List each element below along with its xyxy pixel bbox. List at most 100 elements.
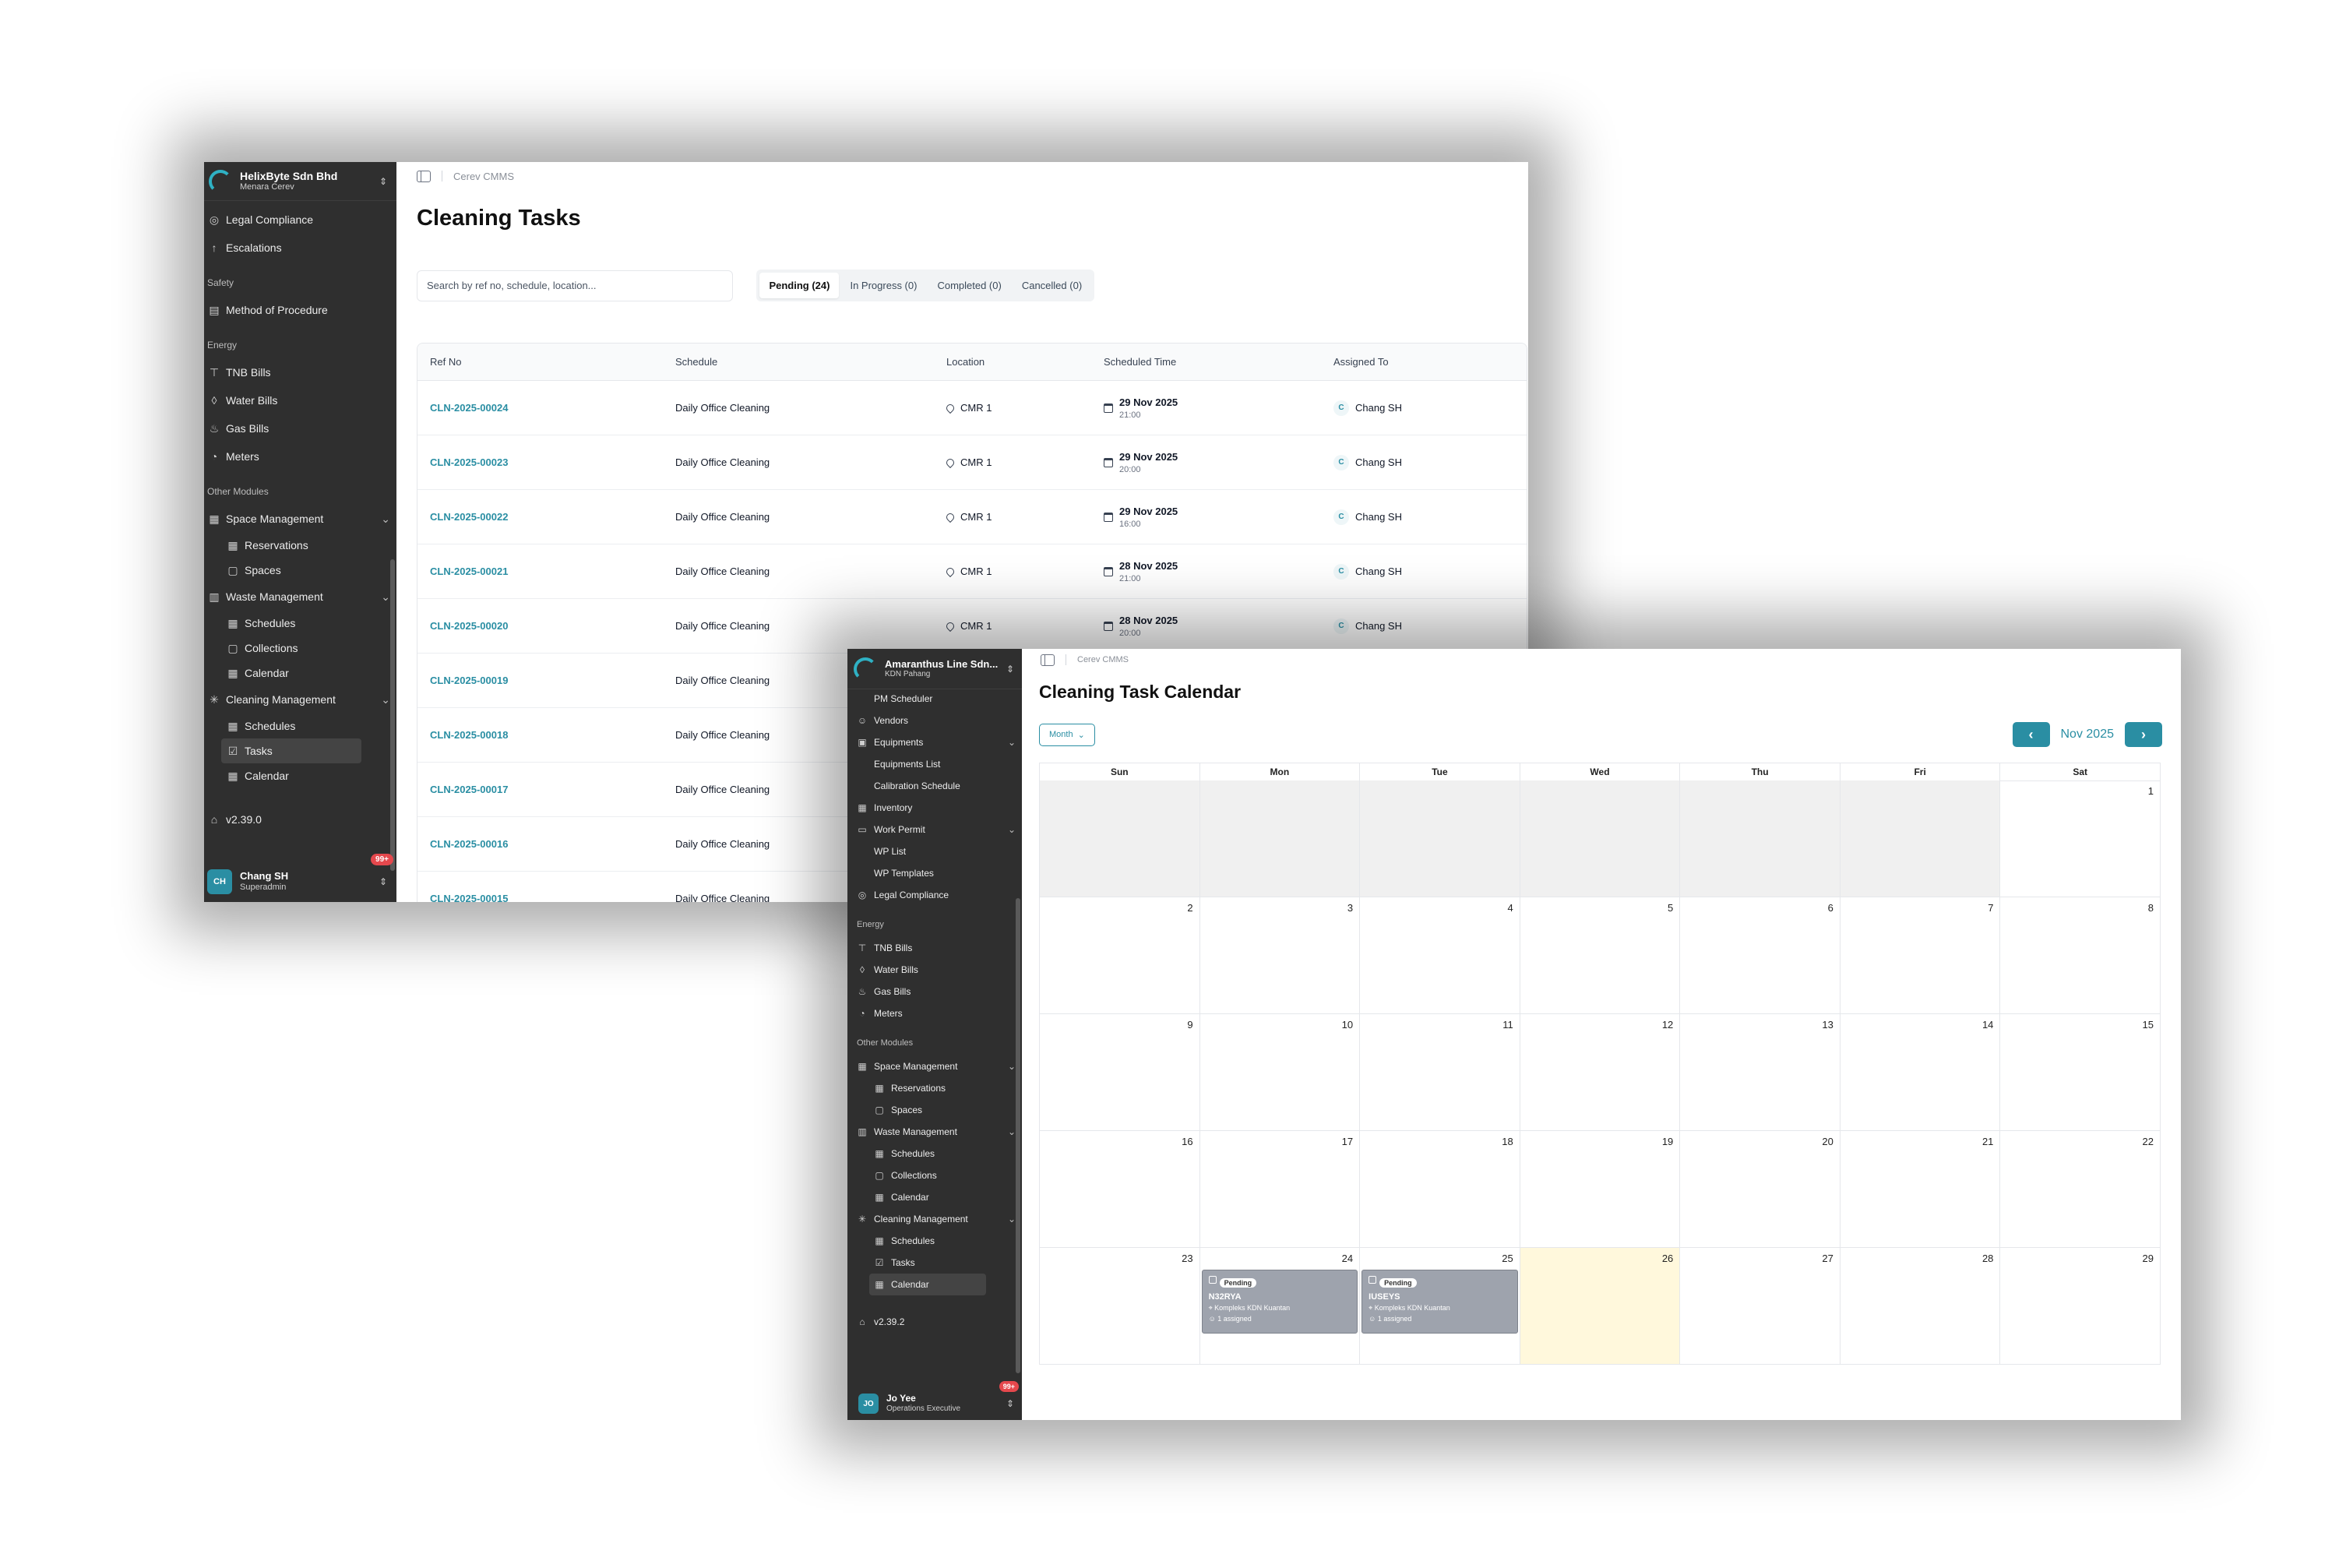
ref-link[interactable]: CLN-2025-00020: [417, 620, 663, 632]
sidebar-item[interactable]: ▦ Calendar: [869, 1274, 986, 1295]
sidebar-item[interactable]: ▦ Schedules: [204, 611, 390, 636]
table-row[interactable]: CLN-2025-00023 Daily Office Cleaning CMR 1…: [417, 435, 1527, 490]
calendar-day[interactable]: 1: [2000, 780, 2161, 897]
column-header[interactable]: Ref No: [417, 356, 663, 368]
notification-badge[interactable]: 99+: [371, 854, 393, 865]
calendar-event[interactable]: Pending N32RYA ⌖ Kompleks KDN Kuantan ☺ 1 a…: [1201, 1270, 1358, 1334]
sidebar-item[interactable]: ◔ Meters: [847, 1002, 1016, 1024]
calendar-day[interactable]: 15: [2000, 1014, 2161, 1131]
sidebar-item[interactable]: Equipments List: [847, 753, 1016, 775]
table-row[interactable]: CLN-2025-00024 Daily Office Cleaning CMR 1…: [417, 381, 1527, 435]
sidebar-item[interactable]: ⊤ TNB Bills: [204, 358, 390, 386]
calendar-event[interactable]: Pending IUSEYS ⌖ Kompleks KDN Kuantan ☺ 1 a…: [1361, 1270, 1518, 1334]
calendar-day[interactable]: [1840, 780, 2001, 897]
ref-link[interactable]: CLN-2025-00024: [417, 402, 663, 414]
tab-completed[interactable]: Completed (0): [928, 273, 1010, 298]
sidebar-toggle-icon[interactable]: [1041, 654, 1055, 666]
calendar-day[interactable]: 16: [1040, 1131, 1200, 1248]
sidebar-item[interactable]: ♨ Gas Bills: [204, 414, 390, 442]
ref-link[interactable]: CLN-2025-00018: [417, 729, 663, 741]
sidebar-item[interactable]: Calibration Schedule: [847, 775, 1016, 797]
sidebar-item[interactable]: ◊ Water Bills: [204, 386, 390, 414]
ref-link[interactable]: CLN-2025-00019: [417, 675, 663, 686]
sidebar-item[interactable]: ▢ Collections: [204, 636, 390, 661]
sidebar-item[interactable]: ▣ Equipments ⌄: [847, 731, 1016, 753]
sidebar-item[interactable]: WP List: [847, 840, 1016, 862]
sidebar-item[interactable]: ▢ Spaces: [847, 1099, 1016, 1121]
sidebar-item[interactable]: ✳ Cleaning Management ⌄: [204, 685, 390, 714]
sidebar-item[interactable]: ▢ Collections: [847, 1165, 1016, 1186]
sidebar-item[interactable]: ▦ Space Management ⌄: [847, 1055, 1016, 1077]
sidebar-scrollbar[interactable]: [390, 559, 395, 871]
sidebar-item[interactable]: WP Templates: [847, 862, 1016, 884]
notification-badge[interactable]: 99+: [999, 1381, 1019, 1392]
calendar-day[interactable]: 26: [1520, 1248, 1681, 1365]
sidebar-item[interactable]: ☑ Tasks: [847, 1252, 1016, 1274]
table-row[interactable]: CLN-2025-00021 Daily Office Cleaning CMR 1…: [417, 544, 1527, 599]
calendar-day[interactable]: 29: [2000, 1248, 2161, 1365]
sidebar-item[interactable]: ▦ Reservations: [847, 1077, 1016, 1099]
ref-link[interactable]: CLN-2025-00016: [417, 838, 663, 850]
breadcrumb[interactable]: Cerev CMMS: [453, 171, 514, 182]
ref-link[interactable]: CLN-2025-00023: [417, 456, 663, 468]
sidebar-item[interactable]: ▦ Space Management ⌄: [204, 505, 390, 533]
sidebar-item[interactable]: ▥ Waste Management ⌄: [847, 1121, 1016, 1143]
tab-pending[interactable]: Pending (24): [759, 273, 840, 298]
ref-link[interactable]: CLN-2025-00021: [417, 566, 663, 577]
calendar-day[interactable]: 8: [2000, 897, 2161, 1014]
version-label[interactable]: ⌂ v2.39.2: [847, 1311, 1016, 1333]
table-row[interactable]: CLN-2025-00022 Daily Office Cleaning CMR 1…: [417, 490, 1527, 544]
sidebar-item[interactable]: ▢ Spaces: [204, 558, 390, 583]
sidebar-item[interactable]: ▦ Inventory: [847, 797, 1016, 819]
column-header[interactable]: Schedule: [663, 356, 934, 368]
breadcrumb[interactable]: Cerev CMMS: [1077, 655, 1129, 664]
sidebar-item[interactable]: ▦ Schedules: [204, 714, 390, 738]
calendar-day[interactable]: 12: [1520, 1014, 1681, 1131]
calendar-day[interactable]: 28: [1840, 1248, 2001, 1365]
calendar-day[interactable]: 5: [1520, 897, 1681, 1014]
sidebar-item[interactable]: ▤ Method of Procedure: [204, 296, 390, 324]
calendar-day[interactable]: 9: [1040, 1014, 1200, 1131]
ref-link[interactable]: CLN-2025-00017: [417, 784, 663, 795]
column-header[interactable]: Assigned To: [1321, 356, 1527, 368]
sidebar-item[interactable]: ◎ Legal Compliance: [847, 884, 1016, 906]
sidebar-item[interactable]: ☑ Tasks: [221, 738, 361, 763]
calendar-day[interactable]: 25 Pending IUSEYS ⌖ Kompleks KDN Kuantan ☺ 1…: [1360, 1248, 1520, 1365]
calendar-day[interactable]: 10: [1199, 1014, 1361, 1131]
user-menu[interactable]: CH Chang SH Superadmin ⇕ 99+: [204, 854, 396, 902]
calendar-day[interactable]: [1520, 780, 1681, 897]
sidebar-item[interactable]: ▥ Waste Management ⌄: [204, 583, 390, 611]
sidebar-item[interactable]: ◔ Meters: [204, 442, 390, 470]
table-row[interactable]: CLN-2025-00020 Daily Office Cleaning CMR 1…: [417, 599, 1527, 654]
calendar-day[interactable]: [1360, 780, 1520, 897]
column-header[interactable]: Location: [934, 356, 1091, 368]
calendar-day[interactable]: 23: [1040, 1248, 1200, 1365]
view-select[interactable]: Month ⌄: [1039, 723, 1095, 746]
prev-month-button[interactable]: ‹: [2012, 722, 2050, 747]
sidebar-item[interactable]: ☺ Vendors: [847, 710, 1016, 731]
calendar-day[interactable]: 27: [1680, 1248, 1841, 1365]
calendar-day[interactable]: 13: [1680, 1014, 1841, 1131]
column-header[interactable]: Scheduled Time: [1091, 356, 1321, 368]
sidebar-item[interactable]: ◊ Water Bills: [847, 959, 1016, 981]
calendar-day[interactable]: 22: [2000, 1131, 2161, 1248]
sidebar-item[interactable]: ▭ Work Permit ⌄: [847, 819, 1016, 840]
sidebar-item[interactable]: ▦ Calendar: [204, 763, 390, 788]
sidebar-item[interactable]: ▦ Calendar: [847, 1186, 1016, 1208]
org-switcher[interactable]: Amaranthus Line Sdn... KDN Pahang ⇕: [847, 649, 1022, 689]
calendar-day[interactable]: 7: [1840, 897, 2001, 1014]
calendar-day[interactable]: 11: [1360, 1014, 1520, 1131]
calendar-day[interactable]: [1040, 780, 1200, 897]
calendar-day[interactable]: 24 Pending N32RYA ⌖ Kompleks KDN Kuantan ☺ 1…: [1199, 1248, 1361, 1365]
org-switcher[interactable]: HelixByte Sdn Bhd Menara Cerev ⇕: [204, 162, 396, 201]
calendar-day[interactable]: [1199, 780, 1361, 897]
sidebar-item[interactable]: ⊤ TNB Bills: [847, 937, 1016, 959]
calendar-day[interactable]: 2: [1040, 897, 1200, 1014]
calendar-day[interactable]: 18: [1360, 1131, 1520, 1248]
sidebar-item[interactable]: ✳ Cleaning Management ⌄: [847, 1208, 1016, 1230]
search-input[interactable]: [417, 270, 733, 301]
version-label[interactable]: ⌂ v2.39.0: [204, 805, 390, 833]
user-menu[interactable]: JO Jo Yee Operations Executive ⇕ 99+: [847, 1381, 1022, 1420]
calendar-day[interactable]: 4: [1360, 897, 1520, 1014]
tab-cancelled[interactable]: Cancelled (0): [1013, 273, 1091, 298]
